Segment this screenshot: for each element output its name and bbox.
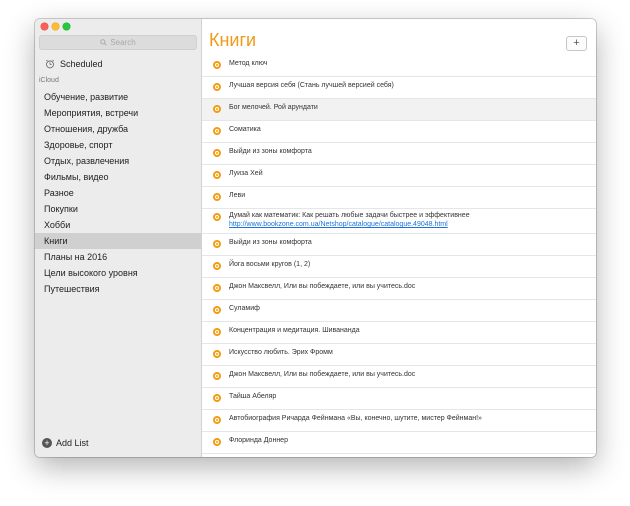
reminder-row[interactable]: Леви xyxy=(202,187,596,209)
window-controls xyxy=(41,23,70,30)
section-label-icloud: iCloud xyxy=(39,77,59,84)
close-button[interactable] xyxy=(41,23,48,30)
reminder-row[interactable]: Йога восьми кругов (1, 2) xyxy=(202,256,596,278)
list-title: Книги xyxy=(209,30,257,50)
checkbox-circle-icon[interactable] xyxy=(213,240,221,248)
sidebar-item-list-selected[interactable]: Книги xyxy=(35,233,201,249)
reminder-text[interactable]: Суламиф xyxy=(229,305,260,312)
checkbox-circle-icon[interactable] xyxy=(213,171,221,179)
reminder-text[interactable]: Метод ключ xyxy=(229,60,267,67)
reminder-row[interactable]: Соматика xyxy=(202,121,596,143)
sidebar-item-list[interactable]: Хобби xyxy=(35,217,201,233)
sidebar-item-list[interactable]: Отдых, развлечения xyxy=(35,153,201,169)
checkbox-circle-icon[interactable] xyxy=(213,372,221,380)
reminder-row[interactable]: Суламиф xyxy=(202,300,596,322)
checkbox-circle-icon[interactable] xyxy=(213,350,221,358)
reminder-items: Метод ключ Лучшая версия себя (Стань луч… xyxy=(202,55,596,454)
add-reminder-button[interactable]: + xyxy=(566,36,587,51)
sidebar-item-list[interactable]: Цели высокого уровня xyxy=(35,265,201,281)
sidebar-item-list[interactable]: Покупки xyxy=(35,201,201,217)
checkbox-circle-icon[interactable] xyxy=(213,193,221,201)
sidebar-item-list[interactable]: Обучение, развитие xyxy=(35,89,201,105)
add-list-button[interactable]: + Add List xyxy=(42,438,89,448)
reminder-text[interactable]: Думай как математик: Как решать любые за… xyxy=(229,212,470,219)
checkbox-circle-icon[interactable] xyxy=(213,61,221,69)
sidebar: Search Scheduled iCloud Обучение, развит… xyxy=(35,19,202,457)
reminder-text[interactable]: Искусство любить. Эрих Фромм xyxy=(229,349,333,356)
reminder-row[interactable]: Луиза Хей xyxy=(202,165,596,187)
reminder-text[interactable]: Автобиография Ричарда Фейнмана «Вы, коне… xyxy=(229,415,482,422)
reminder-row-with-link[interactable]: Думай как математик: Как решать любые за… xyxy=(202,209,596,234)
reminder-text[interactable]: Йога восьми кругов (1, 2) xyxy=(229,261,310,268)
checkbox-circle-icon[interactable] xyxy=(213,149,221,157)
reminder-text[interactable]: Соматика xyxy=(229,126,261,133)
sidebar-item-list[interactable]: Планы на 2016 xyxy=(35,249,201,265)
reminder-row[interactable]: Джон Максвелл, Или вы побеждаете, или вы… xyxy=(202,278,596,300)
reminder-text[interactable]: Джон Максвелл, Или вы побеждаете, или вы… xyxy=(229,371,415,378)
checkbox-circle-icon[interactable] xyxy=(213,83,221,91)
reminder-row[interactable]: Метод ключ xyxy=(202,55,596,77)
checkbox-circle-icon[interactable] xyxy=(213,416,221,424)
reminder-text[interactable]: Джон Максвелл, Или вы побеждаете, или вы… xyxy=(229,283,415,290)
sidebar-item-list[interactable]: Разное xyxy=(35,185,201,201)
reminder-text[interactable]: Концентрация и медитация. Шивананда xyxy=(229,327,360,334)
search-icon xyxy=(100,39,107,46)
reminder-text[interactable]: Леви xyxy=(229,192,245,199)
reminder-row[interactable]: Искусство любить. Эрих Фромм xyxy=(202,344,596,366)
checkbox-circle-icon[interactable] xyxy=(213,284,221,292)
reminder-link[interactable]: http://www.bookzone.com.ua/Netshop/catal… xyxy=(229,220,470,229)
reminder-row[interactable]: Джон Максвелл, Или вы побеждаете, или вы… xyxy=(202,366,596,388)
reminder-row[interactable]: Тайша Абеляр xyxy=(202,388,596,410)
checkbox-circle-icon[interactable] xyxy=(213,105,221,113)
alarm-clock-icon xyxy=(45,59,55,69)
reminder-text[interactable]: Лучшая версия себя (Стань лучшей версией… xyxy=(229,82,394,89)
reminder-row[interactable]: Лучшая версия себя (Стань лучшей версией… xyxy=(202,77,596,99)
scheduled-label: Scheduled xyxy=(60,59,103,69)
sidebar-item-list[interactable]: Путешествия xyxy=(35,281,201,297)
reminder-row-highlighted[interactable]: Бог мелочей. Рой арундати xyxy=(202,99,596,121)
sidebar-item-list[interactable]: Фильмы, видео xyxy=(35,169,201,185)
sidebar-item-list[interactable]: Отношения, дружба xyxy=(35,121,201,137)
reminder-text[interactable]: Флоринда Доннер xyxy=(229,437,288,444)
reminder-text[interactable]: Луиза Хей xyxy=(229,170,263,177)
sidebar-item-scheduled[interactable]: Scheduled xyxy=(45,59,103,69)
reminder-row[interactable]: Выйди из зоны комфорта xyxy=(202,234,596,256)
minimize-button[interactable] xyxy=(52,23,59,30)
reminder-row[interactable]: Выйди из зоны комфорта xyxy=(202,143,596,165)
reminder-lists: Обучение, развитие Мероприятия, встречи … xyxy=(35,89,201,297)
sidebar-item-list[interactable]: Мероприятия, встречи xyxy=(35,105,201,121)
checkbox-circle-icon[interactable] xyxy=(213,306,221,314)
zoom-button[interactable] xyxy=(63,23,70,30)
reminders-window: Search Scheduled iCloud Обучение, развит… xyxy=(35,19,596,457)
reminder-row[interactable]: Концентрация и медитация. Шивананда xyxy=(202,322,596,344)
checkbox-circle-icon[interactable] xyxy=(213,127,221,135)
reminder-row[interactable]: Автобиография Ричарда Фейнмана «Вы, коне… xyxy=(202,410,596,432)
reminder-text[interactable]: Тайша Абеляр xyxy=(229,393,276,400)
reminder-text[interactable]: Выйди из зоны комфорта xyxy=(229,239,312,246)
search-placeholder: Search xyxy=(110,38,136,47)
search-input[interactable]: Search xyxy=(39,35,197,50)
main-panel: Книги + Метод ключ Лучшая версия себя (С… xyxy=(202,19,596,457)
checkbox-circle-icon[interactable] xyxy=(213,262,221,270)
sidebar-item-list[interactable]: Здоровье, спорт xyxy=(35,137,201,153)
add-list-label: Add List xyxy=(56,438,89,448)
reminder-text[interactable]: Выйди из зоны комфорта xyxy=(229,148,312,155)
reminder-row[interactable]: Флоринда Доннер xyxy=(202,432,596,454)
plus-circle-icon: + xyxy=(42,438,52,448)
reminder-text[interactable]: Бог мелочей. Рой арундати xyxy=(229,104,318,111)
checkbox-circle-icon[interactable] xyxy=(213,438,221,446)
checkbox-circle-icon[interactable] xyxy=(213,394,221,402)
checkbox-circle-icon[interactable] xyxy=(213,328,221,336)
checkbox-circle-icon[interactable] xyxy=(213,213,221,221)
